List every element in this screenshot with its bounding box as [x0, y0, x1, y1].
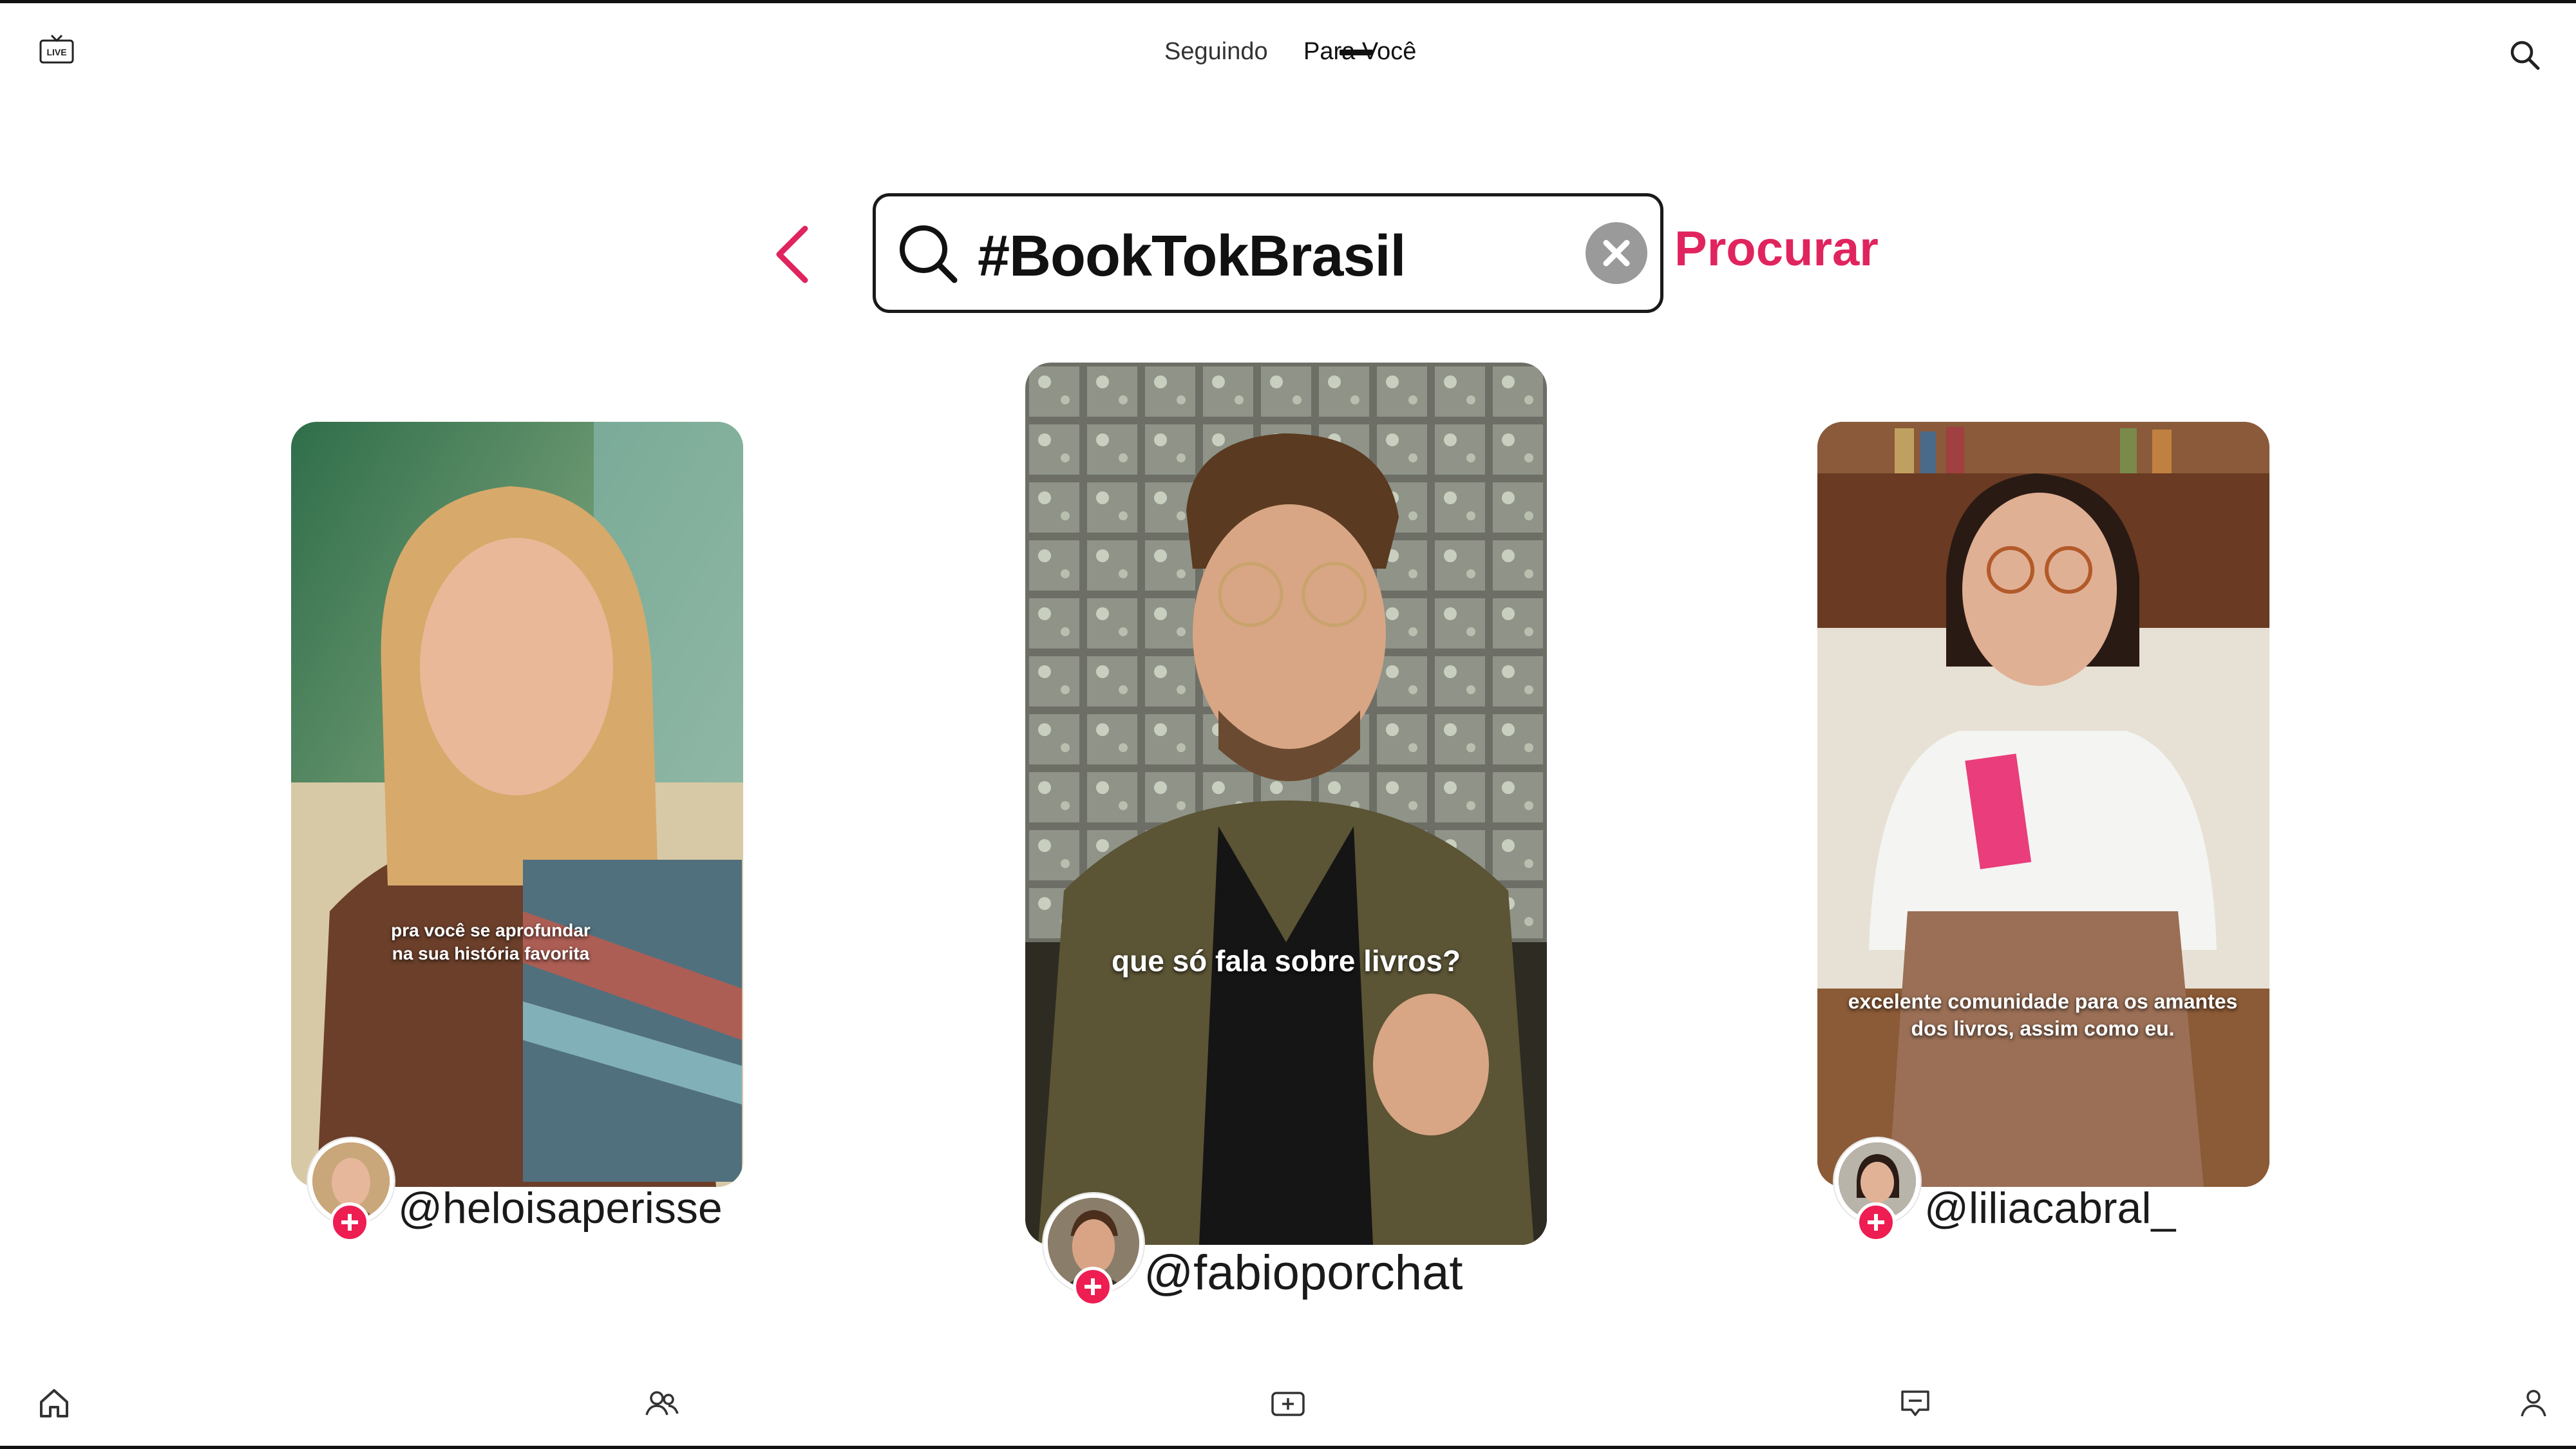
- follow-plus-icon[interactable]: [1856, 1202, 1896, 1242]
- clear-x-icon[interactable]: [1586, 222, 1647, 284]
- video-caption: pra você se aprofundar na sua história f…: [391, 920, 591, 964]
- follow-plus-icon[interactable]: [1073, 1267, 1113, 1307]
- creator-handle[interactable]: @liliacabral_: [1924, 1183, 2175, 1233]
- creator-handle[interactable]: @heloisaperisse: [398, 1183, 723, 1233]
- feed-tabs: Seguindo Para Você: [0, 32, 2576, 90]
- search-icon: [900, 225, 958, 283]
- home-icon[interactable]: [36, 1385, 72, 1421]
- video-caption: que só fala sobre livros?: [1112, 944, 1461, 978]
- follow-plus-icon[interactable]: [330, 1202, 370, 1242]
- creator-handle[interactable]: @fabioporchat: [1144, 1245, 1463, 1301]
- video-thumbnail: [1817, 422, 2269, 1187]
- chevron-left-icon[interactable]: [770, 222, 815, 287]
- friends-icon[interactable]: [644, 1385, 680, 1421]
- video-thumbnail: [291, 422, 743, 1187]
- video-card[interactable]: pra você se aprofundar na sua história f…: [291, 422, 743, 1187]
- search-submit-button[interactable]: Procurar: [1674, 221, 1879, 277]
- app-frame: LIVE Seguindo Para Você #BookTokBrasil P…: [0, 0, 2576, 1449]
- inbox-icon[interactable]: [1897, 1385, 1933, 1421]
- video-card[interactable]: que só fala sobre livros?: [1025, 363, 1547, 1245]
- search-icon[interactable]: [2508, 38, 2541, 71]
- active-tab-indicator: [1340, 50, 1373, 55]
- profile-icon[interactable]: [2515, 1385, 2552, 1421]
- search-query-text: #BookTokBrasil: [978, 224, 1406, 289]
- video-thumbnail: [1025, 363, 1547, 1245]
- create-icon[interactable]: [1270, 1385, 1306, 1421]
- video-card[interactable]: excelente comunidade para os amantes dos…: [1817, 422, 2269, 1187]
- search-input[interactable]: #BookTokBrasil: [873, 193, 1663, 313]
- tab-following[interactable]: Seguindo: [1164, 38, 1268, 66]
- video-caption: excelente comunidade para os amantes dos…: [1848, 990, 2238, 1040]
